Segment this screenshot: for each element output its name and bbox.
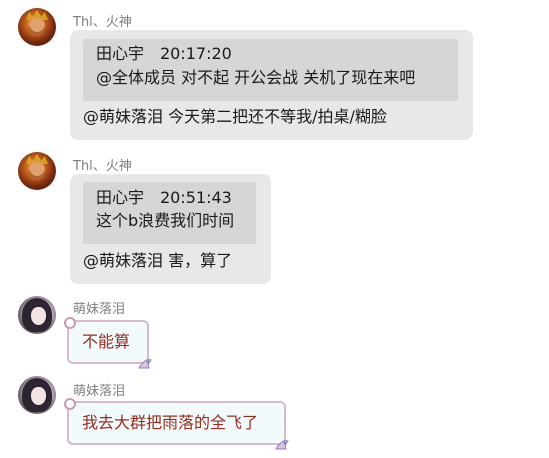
- quote-header: 田心宇 20:51:43: [96, 188, 232, 207]
- bubble-ornament-icon: [138, 359, 152, 369]
- message-text: @萌妹落泪 今天第二把还不等我/拍桌/糊脸: [83, 107, 387, 126]
- avatar[interactable]: [18, 296, 56, 334]
- avatar[interactable]: [18, 8, 56, 46]
- message-bubble[interactable]: 田心宇 20:17:20 @全体成员 对不起 开公会战 关机了现在来吧 @萌妹落…: [70, 30, 473, 140]
- avatar[interactable]: [18, 152, 56, 190]
- bubble-corner-ornament: [64, 398, 76, 410]
- sender-name[interactable]: Thl、火神: [73, 11, 132, 30]
- quote-header: 田心宇 20:17:20: [96, 44, 232, 63]
- bubble-corner-ornament: [64, 317, 76, 329]
- avatar-face: [29, 162, 45, 180]
- message-text: 不能算: [82, 332, 131, 351]
- message-bubble[interactable]: 田心宇 20:51:43 这个b浪费我们时间 @萌妹落泪 害，算了: [70, 174, 271, 284]
- message-bubble[interactable]: 不能算: [64, 317, 152, 369]
- reply-quote[interactable]: 田心宇 20:17:20 @全体成员 对不起 开公会战 关机了现在来吧: [83, 39, 458, 101]
- message-text: 我去大群把雨落的全飞了: [82, 413, 259, 432]
- reply-quote[interactable]: 田心宇 20:51:43 这个b浪费我们时间: [83, 182, 256, 244]
- quote-text: @全体成员 对不起 开公会战 关机了现在来吧: [96, 68, 416, 87]
- message-bubble[interactable]: 我去大群把雨落的全飞了: [64, 398, 289, 450]
- sender-name[interactable]: 萌妹落泪: [73, 298, 125, 317]
- avatar-face: [31, 387, 46, 405]
- avatar-face: [29, 18, 45, 36]
- avatar-face: [31, 307, 46, 325]
- avatar[interactable]: [18, 376, 56, 414]
- sender-name[interactable]: 萌妹落泪: [73, 380, 125, 399]
- message-text: @萌妹落泪 害，算了: [83, 251, 233, 270]
- bubble-ornament-icon: [275, 440, 289, 450]
- quote-text: 这个b浪费我们时间: [96, 211, 235, 230]
- sender-name[interactable]: Thl、火神: [73, 155, 132, 174]
